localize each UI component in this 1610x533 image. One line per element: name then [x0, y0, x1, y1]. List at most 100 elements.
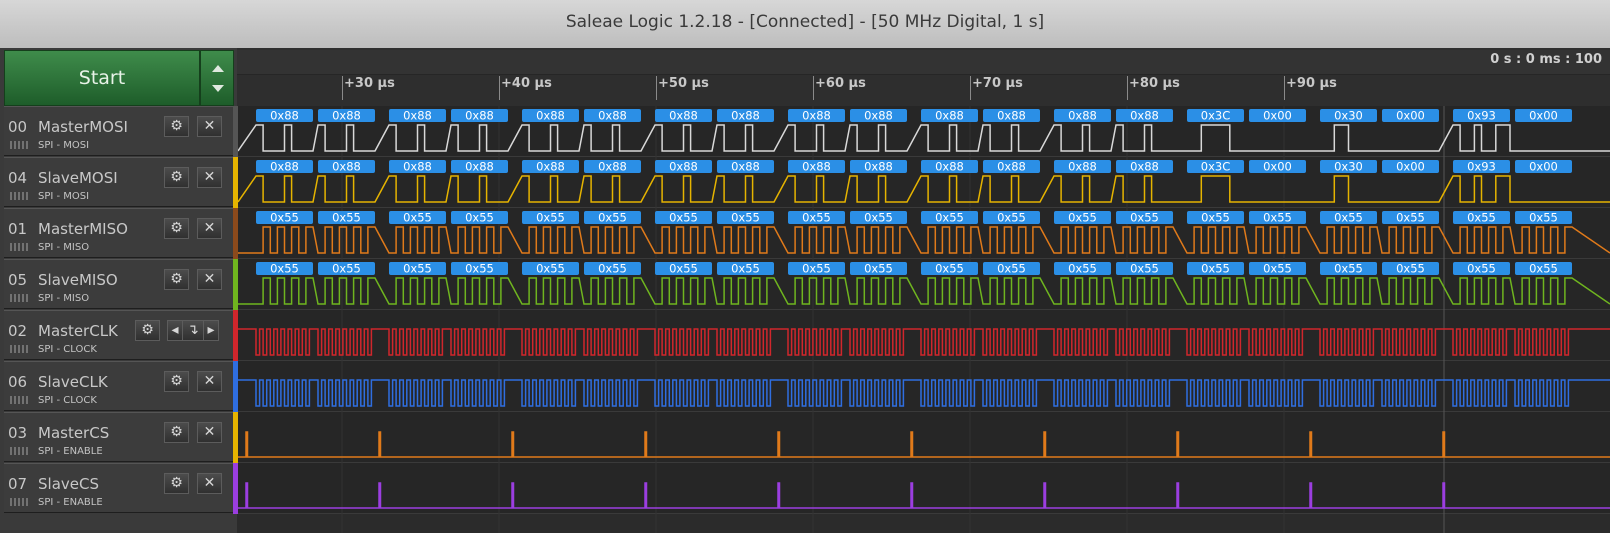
- decoded-byte[interactable]: 0x55: [655, 262, 712, 276]
- close-icon[interactable]: ✕: [197, 167, 222, 188]
- decoded-byte[interactable]: 0x55: [389, 262, 446, 276]
- drag-handle-icon[interactable]: [10, 192, 28, 200]
- drag-handle-icon[interactable]: [10, 345, 28, 353]
- decoded-byte[interactable]: 0x55: [1515, 211, 1572, 225]
- channel-name[interactable]: SlaveCLK: [38, 373, 108, 391]
- decoded-byte[interactable]: 0x88: [522, 160, 579, 174]
- decoded-byte[interactable]: 0x88: [1116, 160, 1173, 174]
- decoded-byte[interactable]: 0x55: [522, 262, 579, 276]
- decoded-byte[interactable]: 0x3C: [1187, 160, 1244, 174]
- decoded-byte[interactable]: 0x55: [655, 211, 712, 225]
- decoded-byte[interactable]: 0x55: [1249, 262, 1306, 276]
- decoded-byte[interactable]: 0x88: [256, 160, 313, 174]
- channel-row-masterclk[interactable]: 02 MasterCLK SPI - CLOCK ⚙ ◂ ↴ ▸: [4, 310, 233, 360]
- close-icon[interactable]: ✕: [197, 269, 222, 290]
- close-icon[interactable]: ✕: [197, 422, 222, 443]
- decoded-byte[interactable]: 0x3C: [1187, 109, 1244, 123]
- close-icon[interactable]: ✕: [197, 371, 222, 392]
- decoded-byte[interactable]: 0x55: [318, 262, 375, 276]
- chevron-right-icon[interactable]: ▸: [203, 320, 219, 341]
- channel-row-slavemiso[interactable]: 05 SlaveMISO SPI - MISO ⚙ ✕: [4, 259, 233, 309]
- decoded-byte[interactable]: 0x88: [389, 109, 446, 123]
- decoded-byte[interactable]: 0x88: [788, 160, 845, 174]
- decoded-byte[interactable]: 0x00: [1249, 160, 1306, 174]
- channel-name[interactable]: MasterCS: [38, 424, 109, 442]
- decoded-byte[interactable]: 0x55: [1453, 211, 1510, 225]
- decoded-byte[interactable]: 0x00: [1382, 160, 1439, 174]
- channel-row-slavecs[interactable]: 07 SlaveCS SPI - ENABLE ⚙ ✕: [4, 463, 233, 513]
- timeline-header[interactable]: 0 s : 0 ms : 100 +30 µs +40 µs +50 µs +60 µ…: [237, 48, 1610, 106]
- decoded-byte[interactable]: 0x55: [256, 211, 313, 225]
- decoded-byte[interactable]: 0x55: [451, 211, 508, 225]
- decoded-byte[interactable]: 0x88: [318, 109, 375, 123]
- chevron-left-icon[interactable]: ◂: [167, 320, 183, 341]
- falling-edge-trigger-icon[interactable]: ↴: [182, 320, 204, 341]
- decoded-byte[interactable]: 0x55: [1320, 262, 1377, 276]
- decoded-byte[interactable]: 0x55: [983, 262, 1040, 276]
- decoded-byte[interactable]: 0x55: [584, 211, 641, 225]
- decoded-byte[interactable]: 0x88: [983, 160, 1040, 174]
- gear-icon[interactable]: ⚙: [164, 371, 189, 392]
- close-icon[interactable]: ✕: [197, 116, 222, 137]
- decoded-byte[interactable]: 0x88: [318, 160, 375, 174]
- channel-row-mastercs[interactable]: 03 MasterCS SPI - ENABLE ⚙ ✕: [4, 412, 233, 462]
- drag-handle-icon[interactable]: [10, 447, 28, 455]
- channel-name[interactable]: MasterMISO: [38, 220, 128, 238]
- decoded-byte[interactable]: 0x55: [850, 262, 907, 276]
- decoded-byte[interactable]: 0x55: [1320, 211, 1377, 225]
- decoded-byte[interactable]: 0x88: [389, 160, 446, 174]
- decoded-byte[interactable]: 0x55: [788, 211, 845, 225]
- decoded-byte[interactable]: 0x88: [788, 109, 845, 123]
- decoded-byte[interactable]: 0x00: [1382, 109, 1439, 123]
- channel-row-mastermiso[interactable]: 01 MasterMISO SPI - MISO ⚙ ✕: [4, 208, 233, 258]
- close-icon[interactable]: ✕: [197, 473, 222, 494]
- decoded-byte[interactable]: 0x55: [1116, 211, 1173, 225]
- decoded-byte[interactable]: 0x55: [850, 211, 907, 225]
- decoded-byte[interactable]: 0x00: [1515, 160, 1572, 174]
- channel-name[interactable]: SlaveCS: [38, 475, 99, 493]
- gear-icon[interactable]: ⚙: [164, 167, 189, 188]
- decoded-byte[interactable]: 0x93: [1453, 160, 1510, 174]
- decoded-byte[interactable]: 0x55: [389, 211, 446, 225]
- decoded-byte[interactable]: 0x55: [1382, 262, 1439, 276]
- decoded-byte[interactable]: 0x55: [451, 262, 508, 276]
- decoded-byte[interactable]: 0x88: [921, 160, 978, 174]
- gear-icon[interactable]: ⚙: [164, 269, 189, 290]
- decoded-byte[interactable]: 0x55: [1187, 262, 1244, 276]
- decoded-byte[interactable]: 0x93: [1453, 109, 1510, 123]
- decoded-byte[interactable]: 0x55: [921, 211, 978, 225]
- channel-row-mastermosi[interactable]: 00 MasterMOSI SPI - MOSI ⚙ ✕: [4, 106, 233, 156]
- decoded-byte[interactable]: 0x55: [1054, 262, 1111, 276]
- decoded-byte[interactable]: 0x88: [717, 109, 774, 123]
- decoded-byte[interactable]: 0x88: [983, 109, 1040, 123]
- drag-handle-icon[interactable]: [10, 294, 28, 302]
- gear-icon[interactable]: ⚙: [164, 218, 189, 239]
- gear-icon[interactable]: ⚙: [135, 320, 160, 341]
- decoded-byte[interactable]: 0x88: [522, 109, 579, 123]
- start-button[interactable]: Start: [4, 50, 200, 106]
- decoded-byte[interactable]: 0x00: [1515, 109, 1572, 123]
- decoded-byte[interactable]: 0x55: [256, 262, 313, 276]
- decoded-byte[interactable]: 0x88: [451, 160, 508, 174]
- channel-name[interactable]: SlaveMISO: [38, 271, 118, 289]
- decoded-byte[interactable]: 0x88: [850, 109, 907, 123]
- decoded-byte[interactable]: 0x88: [1054, 160, 1111, 174]
- channel-row-slavemosi[interactable]: 04 SlaveMOSI SPI - MOSI ⚙ ✕: [4, 157, 233, 207]
- close-icon[interactable]: ✕: [197, 218, 222, 239]
- decoded-byte[interactable]: 0x55: [788, 262, 845, 276]
- decoded-byte[interactable]: 0x88: [256, 109, 313, 123]
- gear-icon[interactable]: ⚙: [164, 422, 189, 443]
- gear-icon[interactable]: ⚙: [164, 116, 189, 137]
- decoded-byte[interactable]: 0x88: [584, 109, 641, 123]
- decoded-byte[interactable]: 0x55: [318, 211, 375, 225]
- decoded-byte[interactable]: 0x88: [1116, 109, 1173, 123]
- decoded-byte[interactable]: 0x55: [717, 211, 774, 225]
- decoded-byte[interactable]: 0x55: [584, 262, 641, 276]
- decoded-byte[interactable]: 0x55: [1187, 211, 1244, 225]
- channel-row-slaveclk[interactable]: 06 SlaveCLK SPI - CLOCK ⚙ ✕: [4, 361, 233, 411]
- gear-icon[interactable]: ⚙: [164, 473, 189, 494]
- decoded-byte[interactable]: 0x55: [1515, 262, 1572, 276]
- decoded-byte[interactable]: 0x55: [1249, 211, 1306, 225]
- decoded-byte[interactable]: 0x88: [717, 160, 774, 174]
- decoded-byte[interactable]: 0x55: [717, 262, 774, 276]
